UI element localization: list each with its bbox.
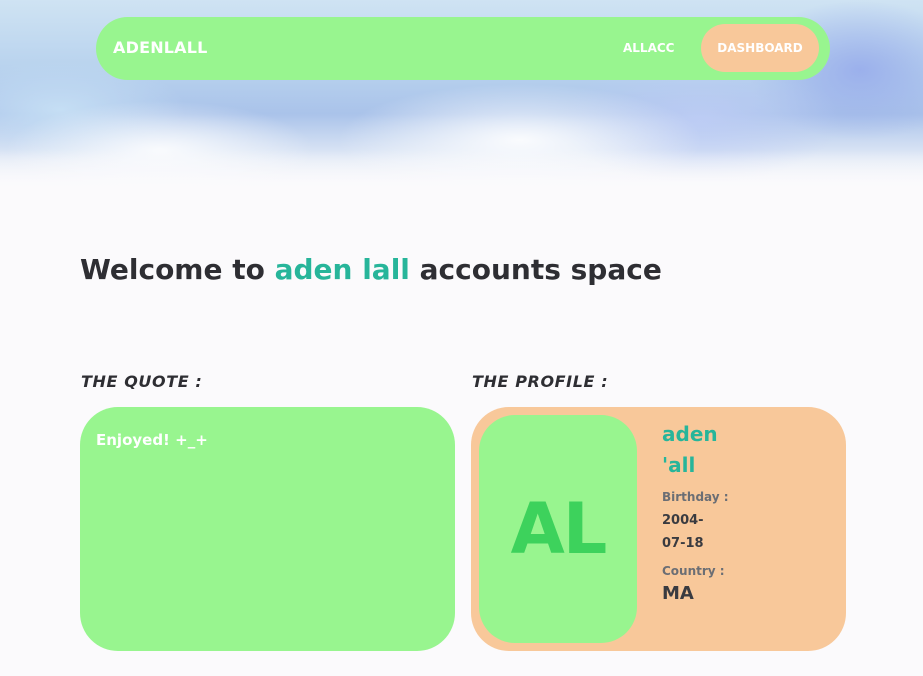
quote-heading: THE QUOTE : [81, 372, 203, 391]
page-title: Welcome to aden lall accounts space [80, 253, 662, 286]
country-value: MA [662, 583, 694, 604]
country-label: Country : [662, 564, 725, 578]
profile-first-name: aden [662, 422, 718, 446]
quote-card: Enjoyed! +_+ [80, 407, 455, 651]
profile-info: aden 'all Birthday : 2004-07-18 Country … [662, 419, 752, 605]
nav-dashboard-button[interactable]: DASHBOARD [701, 24, 819, 72]
top-navbar: ADENLALL ALLACC DASHBOARD [96, 17, 830, 80]
profile-card: AL aden 'all Birthday : 2004-07-18 Count… [471, 407, 846, 651]
birthday-value: 2004-07-18 [662, 513, 704, 551]
avatar: AL [479, 415, 637, 643]
title-highlight-name: aden lall [274, 253, 410, 286]
avatar-initials: AL [510, 488, 608, 570]
quote-text: Enjoyed! +_+ [96, 431, 208, 449]
profile-heading: THE PROFILE : [472, 372, 609, 391]
brand-logo[interactable]: ADENLALL [113, 38, 208, 57]
birthday-label: Birthday : [662, 490, 729, 504]
nav-link-allacc[interactable]: ALLACC [623, 41, 674, 55]
title-suffix: accounts space [409, 253, 662, 286]
profile-last-name: 'all [662, 453, 696, 477]
title-prefix: Welcome to [80, 253, 275, 286]
